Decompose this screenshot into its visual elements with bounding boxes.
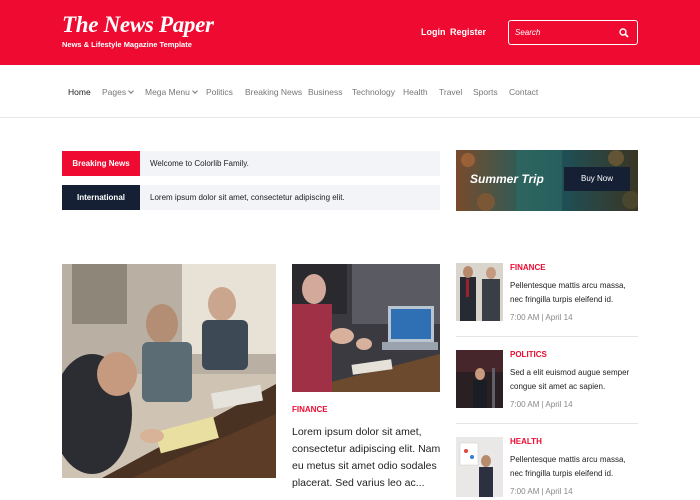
nav-item-business[interactable]: Business: [308, 87, 343, 97]
divider: [456, 336, 638, 337]
chevron-down-icon: [192, 88, 198, 94]
site-header: The News Paper News & Lifestyle Magazine…: [0, 0, 700, 65]
nav-item-technology[interactable]: Technology: [352, 87, 395, 97]
speaker-photo: [456, 350, 503, 408]
category-label[interactable]: POLITICS: [510, 350, 547, 359]
featured-headline[interactable]: Lorem ipsum dolor sit amet, consectetur …: [292, 424, 444, 492]
nav-item-contact[interactable]: Contact: [509, 87, 538, 97]
ticker-headline[interactable]: Lorem ipsum dolor sit amet, consectetur …: [150, 185, 345, 210]
ticker-label: International: [62, 185, 140, 210]
register-link[interactable]: Register: [450, 27, 486, 37]
breaking-news-ticker: Breaking News Welcome to Colorlib Family…: [62, 151, 440, 176]
chevron-down-icon: [128, 88, 134, 94]
nav-item-pages-label: Pages: [102, 87, 127, 97]
search-box: [508, 20, 638, 45]
nav-item-sports[interactable]: Sports: [473, 87, 498, 97]
site-tagline: News & Lifestyle Magazine Template: [62, 40, 192, 49]
nav-item-pages[interactable]: Pages: [102, 87, 134, 97]
side-post-title[interactable]: Pellentesque mattis arcu massa, nec frin…: [510, 279, 640, 307]
nav-item-health[interactable]: Health: [403, 87, 428, 97]
active-nav-indicator: [62, 65, 94, 67]
nav-item-politics[interactable]: Politics: [206, 87, 233, 97]
main-nav: Home Pages Mega Menu Politics Breaking N…: [0, 65, 700, 118]
side-post-thumbnail[interactable]: [456, 437, 503, 497]
login-link[interactable]: Login: [421, 27, 446, 37]
category-label[interactable]: HEALTH: [510, 437, 542, 446]
page: The News Paper News & Lifestyle Magazine…: [0, 0, 700, 500]
ad-title: Summer Trip: [470, 172, 544, 186]
summer-trip-ad[interactable]: Summer Trip Buy Now: [456, 150, 638, 211]
side-post-title[interactable]: Sed a elit euismod augue semper congue s…: [510, 366, 640, 394]
side-post-title[interactable]: Pellentesque mattis arcu massa, nec frin…: [510, 453, 640, 481]
featured-image-laptop[interactable]: [292, 264, 440, 392]
nav-item-home[interactable]: Home: [68, 87, 91, 97]
category-label[interactable]: FINANCE: [292, 405, 328, 414]
presentation-photo: [456, 437, 503, 497]
divider: [456, 423, 638, 424]
side-post-thumbnail[interactable]: [456, 350, 503, 408]
nav-item-travel[interactable]: Travel: [439, 87, 462, 97]
meeting-photo: [62, 264, 276, 478]
laptop-photo: [292, 264, 440, 392]
nav-item-breaking-news[interactable]: Breaking News: [245, 87, 302, 97]
site-logo[interactable]: The News Paper: [62, 12, 214, 38]
ticker-headline[interactable]: Welcome to Colorlib Family.: [150, 151, 249, 176]
featured-image-meeting[interactable]: [62, 264, 276, 478]
nav-item-mega-menu[interactable]: Mega Menu: [145, 87, 198, 97]
category-label[interactable]: FINANCE: [510, 263, 546, 272]
post-meta: 7:00 AM | April 14: [510, 313, 573, 322]
nav-item-mega-menu-label: Mega Menu: [145, 87, 190, 97]
buy-now-button[interactable]: Buy Now: [564, 167, 630, 191]
search-input[interactable]: [515, 24, 615, 41]
side-post-thumbnail[interactable]: [456, 263, 503, 321]
post-meta: 7:00 AM | April 14: [510, 487, 573, 496]
search-icon[interactable]: [619, 28, 629, 38]
ticker-label: Breaking News: [62, 151, 140, 176]
international-ticker: International Lorem ipsum dolor sit amet…: [62, 185, 440, 210]
post-meta: 7:00 AM | April 14: [510, 400, 573, 409]
business-people-photo: [456, 263, 503, 321]
